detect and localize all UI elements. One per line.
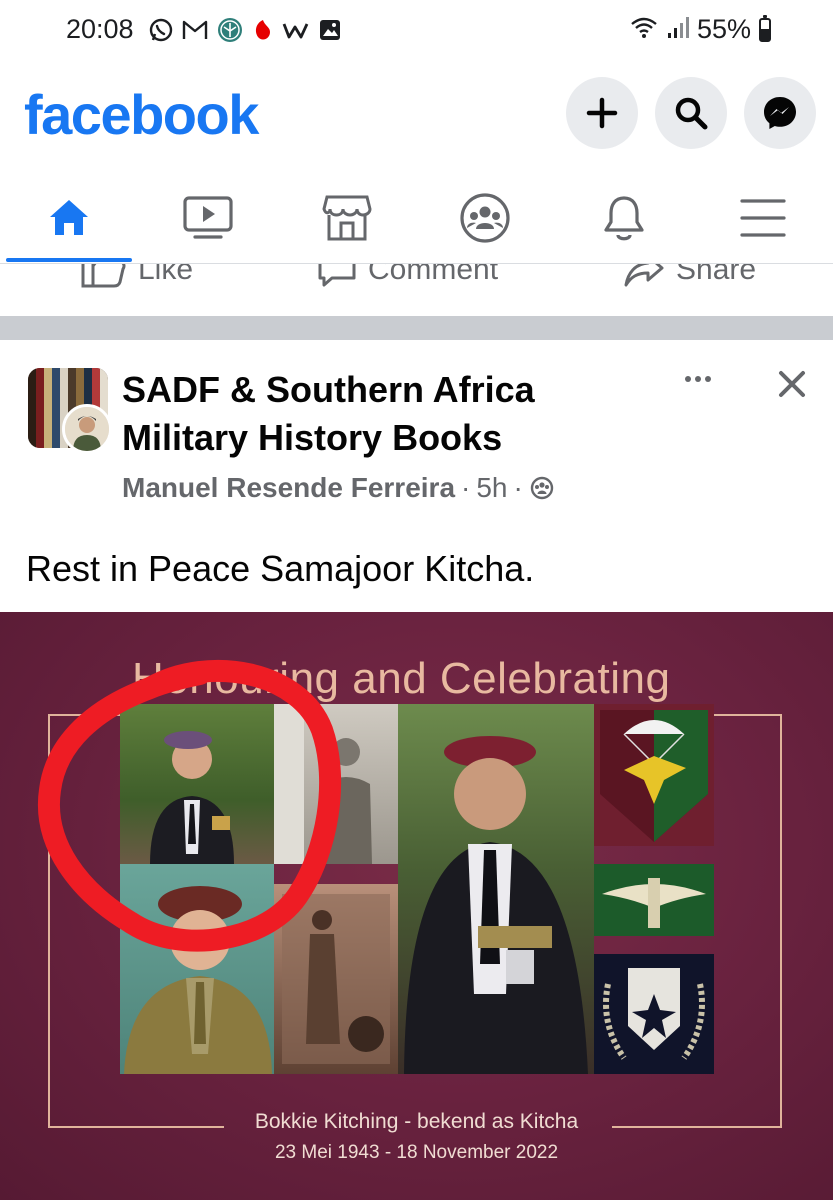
status-bar: 20:08 55% [0, 0, 833, 62]
like-icon [81, 264, 126, 288]
app-icon [216, 16, 244, 44]
memorial-name: Bokkie Kitching - bekend as Kitcha [254, 1110, 579, 1133]
photo-veteran [120, 704, 274, 864]
more-options-button[interactable] [678, 364, 718, 394]
frame-line [48, 714, 120, 716]
whatsapp-icon [148, 16, 174, 44]
tab-notifications[interactable] [555, 172, 693, 264]
audience-icon [530, 476, 554, 500]
previous-post-actions: Like Comment Share [0, 264, 833, 316]
group-name[interactable]: SADF & Southern Africa Military History … [122, 366, 642, 462]
memorial-title: Honouring and Celebrating [132, 654, 671, 703]
memorial-dates: 23 Mei 1943 - 18 November 2022 [274, 1142, 559, 1163]
badge-parachute [594, 704, 714, 846]
search-icon [675, 97, 708, 130]
bell-icon [604, 196, 644, 241]
post-header: SADF & Southern Africa Military History … [0, 340, 833, 520]
photo-young-officer [120, 864, 274, 1074]
post-text: Rest in Peace Samajoor Kitcha. [26, 548, 535, 589]
photo-paratroopers [274, 884, 398, 1074]
share-icon [624, 264, 664, 287]
tab-bar [0, 172, 833, 264]
tab-video[interactable] [139, 172, 277, 264]
share-label: Share [676, 264, 757, 286]
messenger-button[interactable] [744, 77, 816, 149]
app-header: facebook [0, 62, 833, 172]
comment-label: Comment [368, 264, 499, 286]
post-time[interactable]: 5h [476, 472, 507, 504]
share-button[interactable]: Share [622, 264, 756, 290]
like-label: Like [138, 264, 194, 286]
battery-icon [759, 14, 771, 42]
meta-separator: · [461, 472, 471, 503]
photo-veteran-portrait [398, 704, 594, 1074]
tab-home[interactable] [0, 172, 138, 264]
photo-soldier-bw [274, 704, 398, 864]
tab-menu[interactable] [694, 172, 832, 264]
battery-fill [761, 28, 769, 40]
facebook-logo[interactable]: facebook [24, 82, 259, 147]
tab-marketplace[interactable] [278, 172, 416, 264]
close-icon [779, 371, 805, 397]
like-button[interactable]: Like [80, 264, 193, 290]
author-name[interactable]: Manuel Resende Ferreira [122, 472, 455, 504]
gallery-icon [318, 16, 342, 44]
w-app-icon [282, 16, 310, 44]
groups-icon [460, 193, 510, 243]
post-image[interactable]: Honouring and Celebrating Bokkie Kitchin… [0, 612, 833, 1200]
status-time: 20:08 [66, 14, 134, 44]
video-icon [183, 196, 233, 239]
vodafone-icon [252, 16, 274, 44]
badge-wings [594, 864, 714, 936]
home-icon [50, 200, 88, 235]
battery-percent: 55% [696, 14, 751, 44]
frame-line [714, 714, 782, 716]
active-tab-indicator [6, 258, 132, 262]
badge-emblem [594, 954, 714, 1074]
frame-line [780, 714, 782, 1126]
marketplace-icon [322, 195, 372, 241]
post-separator [0, 316, 833, 340]
meta-separator: · [513, 472, 523, 503]
hide-post-button[interactable] [770, 362, 814, 406]
menu-icon [740, 199, 786, 237]
comment-button[interactable]: Comment [316, 264, 498, 290]
notification-icons [148, 16, 342, 44]
system-indicators: 55% [629, 14, 771, 45]
comment-icon [318, 264, 356, 287]
plus-icon [586, 97, 618, 129]
author-avatar[interactable] [62, 404, 112, 454]
wifi-icon [629, 15, 659, 44]
messenger-icon [764, 97, 796, 129]
tab-groups[interactable] [416, 172, 554, 264]
frame-line [48, 714, 50, 1126]
post-meta: Manuel Resende Ferreira · 5h · [122, 472, 555, 504]
signal-icon [667, 15, 689, 44]
search-button[interactable] [655, 77, 727, 149]
gmail-icon [182, 16, 208, 44]
create-button[interactable] [566, 77, 638, 149]
